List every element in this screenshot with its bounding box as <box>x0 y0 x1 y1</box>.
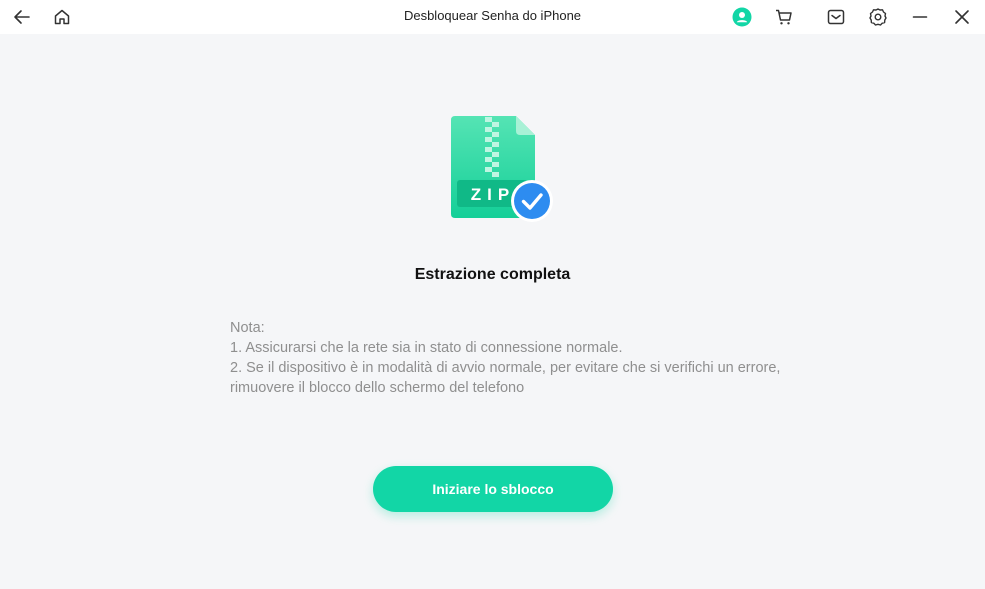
zip-label: ZIP <box>471 185 515 204</box>
zip-illustration: ZIP <box>445 114 560 224</box>
home-icon <box>54 9 70 25</box>
minimize-icon <box>912 16 928 18</box>
home-button[interactable] <box>48 3 76 31</box>
user-icon <box>732 7 752 27</box>
note-title: Nota: <box>230 320 265 336</box>
note-line: 2. Se il dispositivo è in modalità di av… <box>230 360 785 396</box>
settings-button[interactable] <box>864 3 892 31</box>
back-icon <box>14 10 30 24</box>
note-line: 1. Assicurarsi che la rete sia in stato … <box>230 340 623 356</box>
cart-button[interactable] <box>770 3 798 31</box>
close-icon <box>955 10 969 24</box>
back-button[interactable] <box>8 3 36 31</box>
mail-icon <box>827 9 845 25</box>
zip-file-icon: ZIP <box>451 116 553 222</box>
cart-icon <box>776 9 792 25</box>
mail-button[interactable] <box>822 3 850 31</box>
account-button[interactable] <box>728 3 756 31</box>
page-title: Estrazione completa <box>414 266 571 283</box>
close-button[interactable] <box>948 3 976 31</box>
gear-icon <box>869 8 887 26</box>
main-content: ZIP Estrazione completa Nota: 1. Assicur… <box>0 34 985 589</box>
minimize-button[interactable] <box>906 3 934 31</box>
start-unlock-button[interactable]: Iniziare lo sblocco <box>373 466 613 512</box>
note-text: Nota: 1. Assicurarsi che la rete sia in … <box>230 318 790 398</box>
title-bar: Desbloquear Senha do iPhone <box>0 0 985 34</box>
